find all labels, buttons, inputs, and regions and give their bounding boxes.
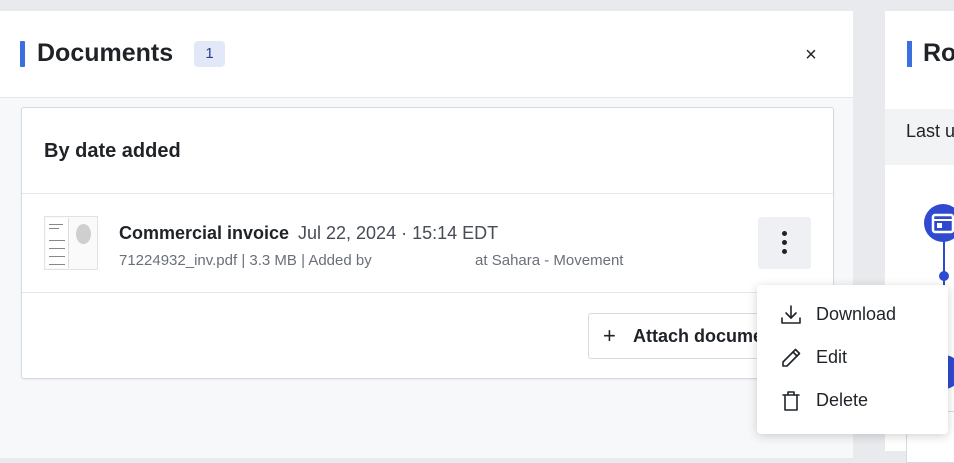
close-button[interactable]: × xyxy=(800,44,822,66)
redacted-user xyxy=(376,255,471,265)
document-name[interactable]: Commercial invoice xyxy=(119,223,289,244)
plus-icon: + xyxy=(603,323,616,348)
more-options-button[interactable] xyxy=(758,217,811,269)
accent-bar xyxy=(20,41,25,67)
thumbnail-line xyxy=(49,240,65,241)
thumbnail-line xyxy=(49,224,63,225)
accent-bar xyxy=(907,41,912,67)
documents-card: By date added Commercial invoice Jul 22,… xyxy=(21,107,850,379)
menu-item-edit[interactable]: Edit xyxy=(757,338,948,378)
side-panel-title: Ro xyxy=(923,39,954,67)
thumbnail-graphic xyxy=(76,224,91,244)
thumbnail-line xyxy=(49,256,65,257)
kebab-dot-icon xyxy=(782,249,787,254)
timeline-dot xyxy=(939,271,949,281)
download-icon xyxy=(781,305,801,324)
menu-item-delete[interactable]: Delete xyxy=(757,381,948,421)
document-meta-origin: at Sahara - Movement xyxy=(475,252,624,269)
trash-icon xyxy=(782,391,800,411)
panel-title: Documents xyxy=(37,39,174,67)
thumbnail-line xyxy=(49,248,65,249)
menu-item-download[interactable]: Download xyxy=(757,295,948,335)
document-meta: 71224932_inv.pdf | 3.3 MB | Added by at … xyxy=(119,252,623,269)
document-date: Jul 22, 2024 · 15:14 EDT xyxy=(298,223,499,243)
calendar-icon xyxy=(924,204,954,242)
document-count-badge: 1 xyxy=(194,41,225,67)
section-title: By date added xyxy=(44,140,181,162)
thumbnail-line xyxy=(49,264,65,265)
side-panel-last-updated: Last u xyxy=(906,121,954,141)
document-context-menu: Download Edit Delete xyxy=(757,285,948,434)
menu-item-label: Delete xyxy=(816,390,869,410)
document-thumbnail[interactable] xyxy=(44,216,98,270)
thumbnail-line xyxy=(49,228,59,229)
kebab-dot-icon xyxy=(782,240,787,245)
thumbnail-page xyxy=(46,218,69,268)
kebab-dot-icon xyxy=(782,231,787,236)
pencil-icon xyxy=(782,348,801,367)
panel-header: Documents 1 × xyxy=(0,11,853,98)
menu-item-label: Edit xyxy=(816,347,848,367)
divider xyxy=(22,193,833,194)
document-meta-file: 71224932_inv.pdf | 3.3 MB | Added by xyxy=(119,252,372,269)
divider xyxy=(22,292,833,293)
menu-item-label: Download xyxy=(816,304,897,324)
